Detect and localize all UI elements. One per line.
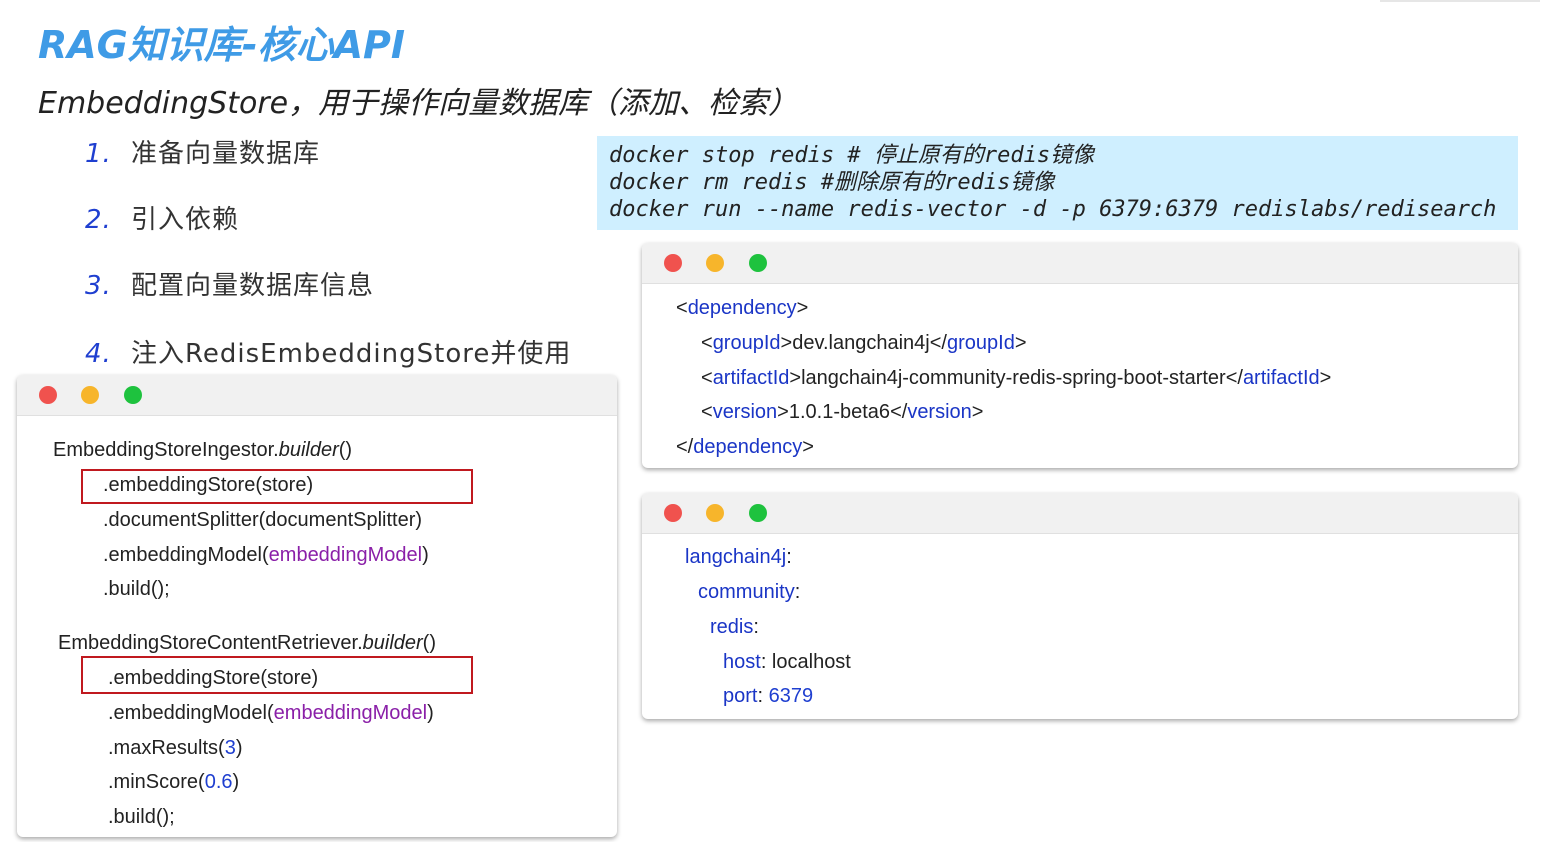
code-line: .embeddingModel(embeddingModel) (108, 702, 434, 724)
minimize-dot-icon (706, 504, 724, 522)
code-line: EmbeddingStoreIngestor.builder() (53, 439, 353, 461)
code-line: .maxResults(3) (108, 737, 243, 759)
maximize-dot-icon (124, 386, 142, 404)
code-line: </dependency> (676, 436, 814, 458)
code-line: <groupId>dev.langchain4j</groupId> (701, 332, 1027, 354)
maven-dependency-window: <dependency> <groupId>dev.langchain4j</g… (642, 243, 1518, 468)
close-dot-icon (664, 504, 682, 522)
close-dot-icon (39, 386, 57, 404)
window-titlebar (17, 375, 617, 416)
page-title: RAG知识库-核心API (38, 23, 406, 67)
step-number: 3. (85, 271, 112, 301)
close-dot-icon (664, 254, 682, 272)
window-titlebar (642, 493, 1518, 534)
code-line: langchain4j: (685, 546, 792, 568)
code-line: .embeddingStore(store) (108, 667, 319, 689)
step-4: 4. 注入RedisEmbeddingStore并使用 (85, 333, 571, 370)
code-line: .embeddingModel(embeddingModel) (103, 544, 429, 566)
step-2: 2. 引入依赖 (85, 199, 239, 236)
minimize-dot-icon (81, 386, 99, 404)
step-text: 配置向量数据库信息 (131, 271, 375, 301)
window-titlebar (642, 243, 1518, 284)
java-code-window: EmbeddingStoreIngestor.builder() .embedd… (17, 375, 617, 837)
code-line: community: (698, 581, 801, 603)
yaml-config-window: langchain4j: community: redis: host: loc… (642, 493, 1518, 719)
page-subtitle: EmbeddingStore，用于操作向量数据库（添加、检索） (38, 86, 799, 121)
code-line: .documentSplitter(documentSplitter) (103, 509, 423, 531)
code-line: redis: (710, 616, 759, 638)
step-text: 注入RedisEmbeddingStore并使用 (131, 339, 572, 369)
code-line: host: localhost (723, 651, 851, 673)
step-1: 1. 准备向量数据库 (85, 133, 320, 170)
code-line: .build(); (108, 806, 175, 828)
code-line: .minScore(0.6) (108, 771, 240, 793)
code-line: EmbeddingStoreContentRetriever.builder() (58, 632, 436, 654)
command-line: docker rm redis #删除原有的redis镜像 (609, 170, 1055, 195)
step-number: 4. (85, 339, 112, 369)
code-line: .build(); (103, 578, 170, 600)
top-divider (1380, 0, 1540, 2)
code-line: <version>1.0.1-beta6</version> (701, 401, 984, 423)
code-line: port: 6379 (723, 685, 814, 707)
command-line: docker stop redis # 停止原有的redis镜像 (609, 143, 1095, 168)
step-number: 1. (85, 139, 112, 169)
step-number: 2. (85, 205, 112, 235)
code-line: <dependency> (676, 297, 809, 319)
maximize-dot-icon (749, 504, 767, 522)
step-3: 3. 配置向量数据库信息 (85, 265, 374, 302)
minimize-dot-icon (706, 254, 724, 272)
code-line: <artifactId>langchain4j-community-redis-… (701, 367, 1332, 389)
step-text: 引入依赖 (131, 205, 240, 235)
command-line: docker run --name redis-vector -d -p 637… (609, 197, 1497, 222)
maximize-dot-icon (749, 254, 767, 272)
code-line: .embeddingStore(store) (103, 474, 314, 496)
docker-command-box: docker stop redis # 停止原有的redis镜像 docker … (597, 136, 1518, 230)
step-text: 准备向量数据库 (131, 139, 321, 169)
